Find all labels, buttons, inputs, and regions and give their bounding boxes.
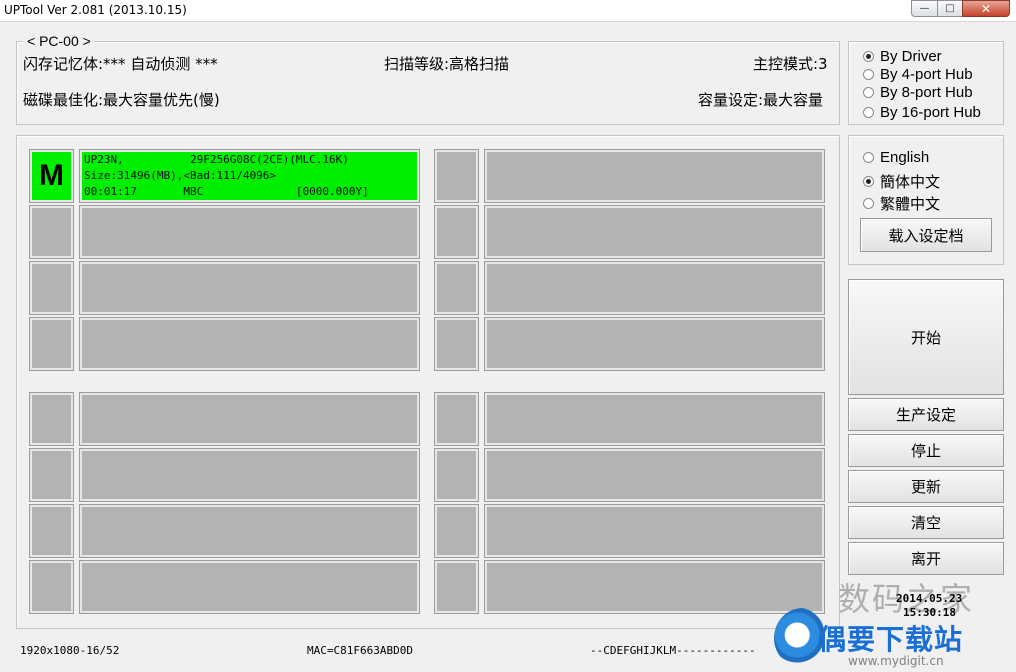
production-settings-button[interactable]: 生产设定 (848, 398, 1004, 431)
scan-level-label: 扫描等级:高格扫描 (384, 55, 510, 73)
radio-label: By 4-port Hub (880, 66, 973, 83)
radio-label: 簡体中文 (880, 174, 941, 191)
slot-indicator-15[interactable] (434, 504, 479, 558)
radio-simplified-chinese[interactable]: 簡体中文 (863, 171, 940, 192)
radio-label: By Driver (880, 48, 942, 65)
watermark-overlay: 数码之家 2014.05.23 15:30:18 偶要下载站 www.mydig… (770, 572, 1016, 672)
radio-label: 繁體中文 (880, 196, 941, 213)
slot-detail-5[interactable] (79, 392, 420, 446)
slot-detail-12[interactable] (484, 317, 825, 371)
slot-indicator-1[interactable]: M (29, 149, 74, 203)
close-button[interactable]: ✕ (962, 0, 1010, 17)
slot-indicator-7[interactable] (29, 504, 74, 558)
title-bar: UPTool Ver 2.081 (2013.10.15) — □ ✕ (0, 0, 1016, 22)
maximize-icon: □ (945, 3, 955, 14)
load-config-button[interactable]: 载入设定档 (860, 218, 992, 252)
slot-detail-10[interactable] (484, 205, 825, 259)
slot-detail-6[interactable] (79, 448, 420, 502)
hub-mode-panel: By Driver By 4-port Hub By 8-port Hub By… (848, 41, 1004, 125)
slot-indicator-9[interactable] (434, 149, 479, 203)
radio-empty-icon (863, 87, 874, 98)
slot-detail-9[interactable] (484, 149, 825, 203)
language-panel: English 簡体中文 繁體中文 载入设定档 (848, 135, 1004, 265)
radio-english[interactable]: English (863, 149, 929, 166)
device-line-2: Size:31496(MB),<Bad:111/4096> (84, 169, 277, 182)
maximize-button[interactable]: □ (937, 0, 963, 17)
device-slot-panel: M UP23N, 29F256G08C(2CE)(MLC.16K) Size:3… (16, 135, 840, 629)
device-line-1: UP23N, 29F256G08C(2CE)(MLC.16K) (84, 153, 349, 166)
capacity-setting-label: 容量设定:最大容量 (698, 91, 824, 109)
slot-detail-8[interactable] (79, 560, 420, 614)
close-icon: ✕ (980, 1, 992, 16)
status-resolution: 1920x1080-16/52 (20, 644, 120, 657)
slot-detail-14[interactable] (484, 448, 825, 502)
pc-info-panel: < PC-00 > 闪存记忆体:*** 自动侦测 *** 扫描等级:高格扫描 主… (16, 33, 840, 125)
slot-indicator-13[interactable] (434, 392, 479, 446)
radio-label: English (880, 149, 930, 166)
watermark-date: 2014.05.23 (896, 592, 963, 605)
radio-16-port-hub[interactable]: By 16-port Hub (863, 104, 981, 121)
minimize-icon: — (919, 3, 930, 14)
watermark-url: www.mydigit.cn (848, 654, 944, 668)
slot-detail-1[interactable]: UP23N, 29F256G08C(2CE)(MLC.16K) Size:314… (79, 149, 420, 203)
pc-group-label: < PC-00 > (23, 33, 95, 49)
flash-memory-label: 闪存记忆体:*** 自动侦测 *** (23, 55, 218, 73)
slot-indicator-12[interactable] (434, 317, 479, 371)
radio-4-port-hub[interactable]: By 4-port Hub (863, 66, 973, 83)
radio-traditional-chinese[interactable]: 繁體中文 (863, 193, 940, 214)
radio-empty-icon (863, 152, 874, 163)
stop-button[interactable]: 停止 (848, 434, 1004, 467)
start-button[interactable]: 开始 (848, 279, 1004, 395)
radio-empty-icon (863, 69, 874, 80)
slot-indicator-11[interactable] (434, 261, 479, 315)
radio-label: By 16-port Hub (880, 104, 981, 121)
slot-indicator-16[interactable] (434, 560, 479, 614)
radio-by-driver[interactable]: By Driver (863, 48, 942, 65)
slot-detail-11[interactable] (484, 261, 825, 315)
window-title: UPTool Ver 2.081 (2013.10.15) (4, 3, 187, 17)
slot-indicator-5[interactable] (29, 392, 74, 446)
slot-indicator-4[interactable] (29, 317, 74, 371)
slot-indicator-8[interactable] (29, 560, 74, 614)
radio-empty-icon (863, 198, 874, 209)
slot-detail-15[interactable] (484, 504, 825, 558)
slot-status-letter: M (39, 159, 64, 192)
slot-indicator-6[interactable] (29, 448, 74, 502)
slot-indicator-3[interactable] (29, 261, 74, 315)
slot-detail-2[interactable] (79, 205, 420, 259)
radio-label: By 8-port Hub (880, 84, 973, 101)
clear-button[interactable]: 清空 (848, 506, 1004, 539)
slot-indicator-14[interactable] (434, 448, 479, 502)
slot-indicator-10[interactable] (434, 205, 479, 259)
slot-detail-13[interactable] (484, 392, 825, 446)
leave-button[interactable]: 离开 (848, 542, 1004, 575)
radio-empty-icon (863, 107, 874, 118)
slot-indicator-2[interactable] (29, 205, 74, 259)
slot-detail-7[interactable] (79, 504, 420, 558)
radio-selected-icon (863, 176, 874, 187)
radio-selected-icon (863, 51, 874, 62)
watermark-site-name-2: 偶要下载站 (818, 623, 964, 656)
update-button[interactable]: 更新 (848, 470, 1004, 503)
minimize-button[interactable]: — (911, 0, 938, 17)
device-line-3: 00:01:17 MBC [0000.000Y] (84, 185, 369, 198)
status-drives: --CDEFGHIJKLM------------ (590, 644, 756, 657)
disk-optimize-label: 磁碟最佳化:最大容量优先(慢) (23, 91, 220, 109)
radio-8-port-hub[interactable]: By 8-port Hub (863, 84, 973, 101)
status-mac: MAC=C81F663ABD0D (307, 644, 413, 657)
slot-detail-3[interactable] (79, 261, 420, 315)
slot-detail-4[interactable] (79, 317, 420, 371)
master-mode-label: 主控模式:3 (753, 55, 828, 73)
